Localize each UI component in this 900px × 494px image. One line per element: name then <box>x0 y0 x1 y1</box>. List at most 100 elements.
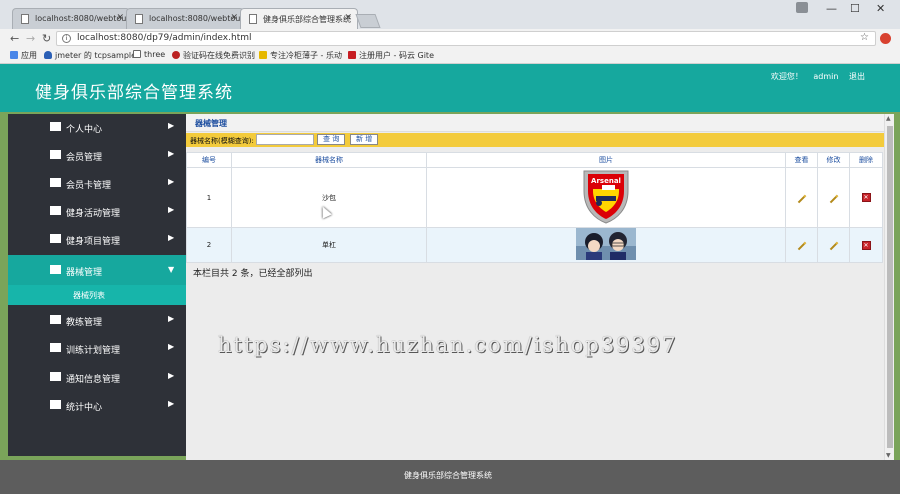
logout-link[interactable]: 退出 <box>849 72 865 81</box>
bookmark-ledong[interactable]: 专注冷柜薄子 - 乐动 <box>259 50 342 61</box>
bookmarks-bar: 应用 jmeter 的 tcpsample three 验证码在线免费识别 专注… <box>0 48 900 64</box>
app-header: 健身俱乐部综合管理系统 欢迎您！ admin 退出 <box>0 64 900 112</box>
sidebar-item-notices[interactable]: 通知信息管理 ▶ <box>8 364 186 391</box>
shield-icon <box>44 51 52 59</box>
stack-icon <box>50 315 61 324</box>
column-header: 图片 <box>426 152 786 168</box>
maximize-icon[interactable]: ☐ <box>850 2 860 15</box>
sidebar-item-label: 教练管理 <box>66 318 103 328</box>
browser-tab-2[interactable]: localhost:8080/webtou ✕ <box>126 8 244 29</box>
view-cell <box>785 167 818 228</box>
close-tab-icon[interactable]: ✕ <box>230 13 238 23</box>
sidebar-item-label: 会员管理 <box>66 153 103 163</box>
app-title: 健身俱乐部综合管理系统 <box>35 83 233 103</box>
bookmark-star-icon[interactable]: ☆ <box>860 32 869 43</box>
column-header: 删除 <box>849 152 883 168</box>
url-input[interactable]: i localhost:8080/dp79/admin/index.html <box>56 31 876 46</box>
sidebar-item-training-plans[interactable]: 训练计划管理 ▶ <box>8 335 186 362</box>
app-footer: 健身俱乐部综合管理系统 <box>0 460 900 494</box>
add-button[interactable]: 新 增 <box>350 134 379 145</box>
top-links: 欢迎您！ admin 退出 <box>763 71 865 82</box>
close-window-icon[interactable]: ✕ <box>876 2 885 15</box>
page-icon <box>21 14 29 24</box>
delete-icon[interactable]: ✕ <box>861 193 871 202</box>
sidebar-item-equipment[interactable]: 器械管理 ▼ <box>8 255 186 285</box>
sidebar: 个人中心 ▶ 会员管理 ▶ 会员卡管理 ▶ 健身活动管理 ▶ 健身项目管理 ▶ … <box>8 114 186 456</box>
new-tab-button[interactable] <box>355 14 381 28</box>
scrollbar[interactable]: ▲ ▼ <box>884 114 894 460</box>
back-icon[interactable]: ← <box>10 32 19 45</box>
chevron-right-icon: ▶ <box>168 342 175 351</box>
browser-tab-bar: localhost:8080/webtou ✕ localhost:8080/w… <box>0 0 900 29</box>
table-row: 1 沙包 Arsenal ✕ <box>186 167 883 228</box>
delete-icon[interactable]: ✕ <box>861 240 871 250</box>
close-tab-icon[interactable]: ✕ <box>116 13 124 23</box>
pencil-icon[interactable] <box>829 241 838 251</box>
bookmark-apps[interactable]: 应用 <box>10 50 37 61</box>
sidebar-item-activities[interactable]: 健身活动管理 ▶ <box>8 198 186 225</box>
scroll-down-icon[interactable]: ▼ <box>886 452 891 459</box>
username-link[interactable]: admin <box>813 72 838 81</box>
record-count: 本栏目共 2 条，已经全部列出 <box>193 269 313 279</box>
delete-cell: ✕ <box>849 167 883 228</box>
sidebar-item-label: 会员卡管理 <box>66 181 112 191</box>
sidebar-item-member-cards[interactable]: 会员卡管理 ▶ <box>8 170 186 197</box>
pencil-icon[interactable] <box>797 194 806 203</box>
query-button[interactable]: 查 询 <box>317 134 346 145</box>
image-cell <box>426 227 786 263</box>
sidebar-item-statistics[interactable]: 统计中心 ▶ <box>8 392 186 419</box>
browser-tab-3[interactable]: 健身俱乐部综合管理系统 ✕ <box>240 8 358 29</box>
forward-icon[interactable]: → <box>26 32 35 45</box>
bookmark-jmeter[interactable]: jmeter 的 tcpsample <box>44 50 136 61</box>
name-cell: 单杠 <box>231 227 427 263</box>
page-icon <box>133 50 141 58</box>
reload-icon[interactable]: ↻ <box>42 32 51 45</box>
scroll-up-icon[interactable]: ▲ <box>886 115 891 122</box>
browser-tab-1[interactable]: localhost:8080/webtou ✕ <box>12 8 130 29</box>
bookmark-gitee[interactable]: 注册用户 - 码云 Gite <box>348 50 434 61</box>
column-header: 器械名称 <box>231 152 427 168</box>
section-title: 器械管理 <box>195 119 227 128</box>
bookmark-captcha[interactable]: 验证码在线免费识别 <box>172 50 255 61</box>
pencil-icon[interactable] <box>829 194 838 203</box>
arsenal-crest-image[interactable]: Arsenal <box>581 169 631 225</box>
sidebar-item-members[interactable]: 会员管理 ▶ <box>8 142 186 169</box>
scroll-thumb[interactable] <box>887 126 893 448</box>
sidebar-item-personal-center[interactable]: 个人中心 ▶ <box>8 114 186 141</box>
chevron-right-icon: ▶ <box>168 149 175 158</box>
info-icon[interactable]: i <box>62 34 71 43</box>
tab-title: localhost:8080/webtou <box>35 14 127 23</box>
stack-icon <box>50 150 61 159</box>
close-tab-icon[interactable]: ✕ <box>344 13 352 23</box>
search-input[interactable] <box>256 134 314 145</box>
submenu-label: 器械列表 <box>73 291 105 300</box>
footer-text: 健身俱乐部综合管理系统 <box>404 471 492 480</box>
stamp-icon <box>172 51 180 59</box>
sidebar-item-coaches[interactable]: 教练管理 ▶ <box>8 307 186 334</box>
column-header: 编号 <box>186 152 232 168</box>
submenu-equipment-list[interactable]: 器械列表 <box>8 285 186 305</box>
sidebar-item-label: 通知信息管理 <box>66 375 121 385</box>
stack-icon <box>50 234 61 243</box>
arsenal-text: Arsenal <box>591 177 621 185</box>
anime-characters-image[interactable] <box>576 228 636 260</box>
chevron-right-icon: ▶ <box>168 371 175 380</box>
chevron-right-icon: ▶ <box>168 121 175 130</box>
handshake-icon <box>259 51 267 59</box>
url-text: localhost:8080/dp79/admin/index.html <box>77 33 252 43</box>
profile-icon[interactable] <box>796 2 808 13</box>
pencil-icon[interactable] <box>797 241 806 251</box>
main-content: 器械管理 器械名称(模糊查询): 查 询 新 增 编号 器械名称 图片 查看 修… <box>186 114 884 460</box>
extension-icon[interactable] <box>880 33 891 44</box>
bookmark-three[interactable]: three <box>133 50 165 59</box>
page-icon <box>249 14 257 24</box>
stack-icon <box>50 122 61 131</box>
sidebar-item-projects[interactable]: 健身项目管理 ▶ <box>8 226 186 253</box>
id-cell: 2 <box>186 227 232 263</box>
sidebar-item-label: 器械管理 <box>66 268 103 278</box>
stack-icon <box>50 265 61 274</box>
chevron-right-icon: ▶ <box>168 205 175 214</box>
watermark: https://www.huzhan.com/ishop39397 <box>218 333 678 357</box>
chevron-right-icon: ▶ <box>168 314 175 323</box>
minimize-icon[interactable]: — <box>826 2 837 15</box>
